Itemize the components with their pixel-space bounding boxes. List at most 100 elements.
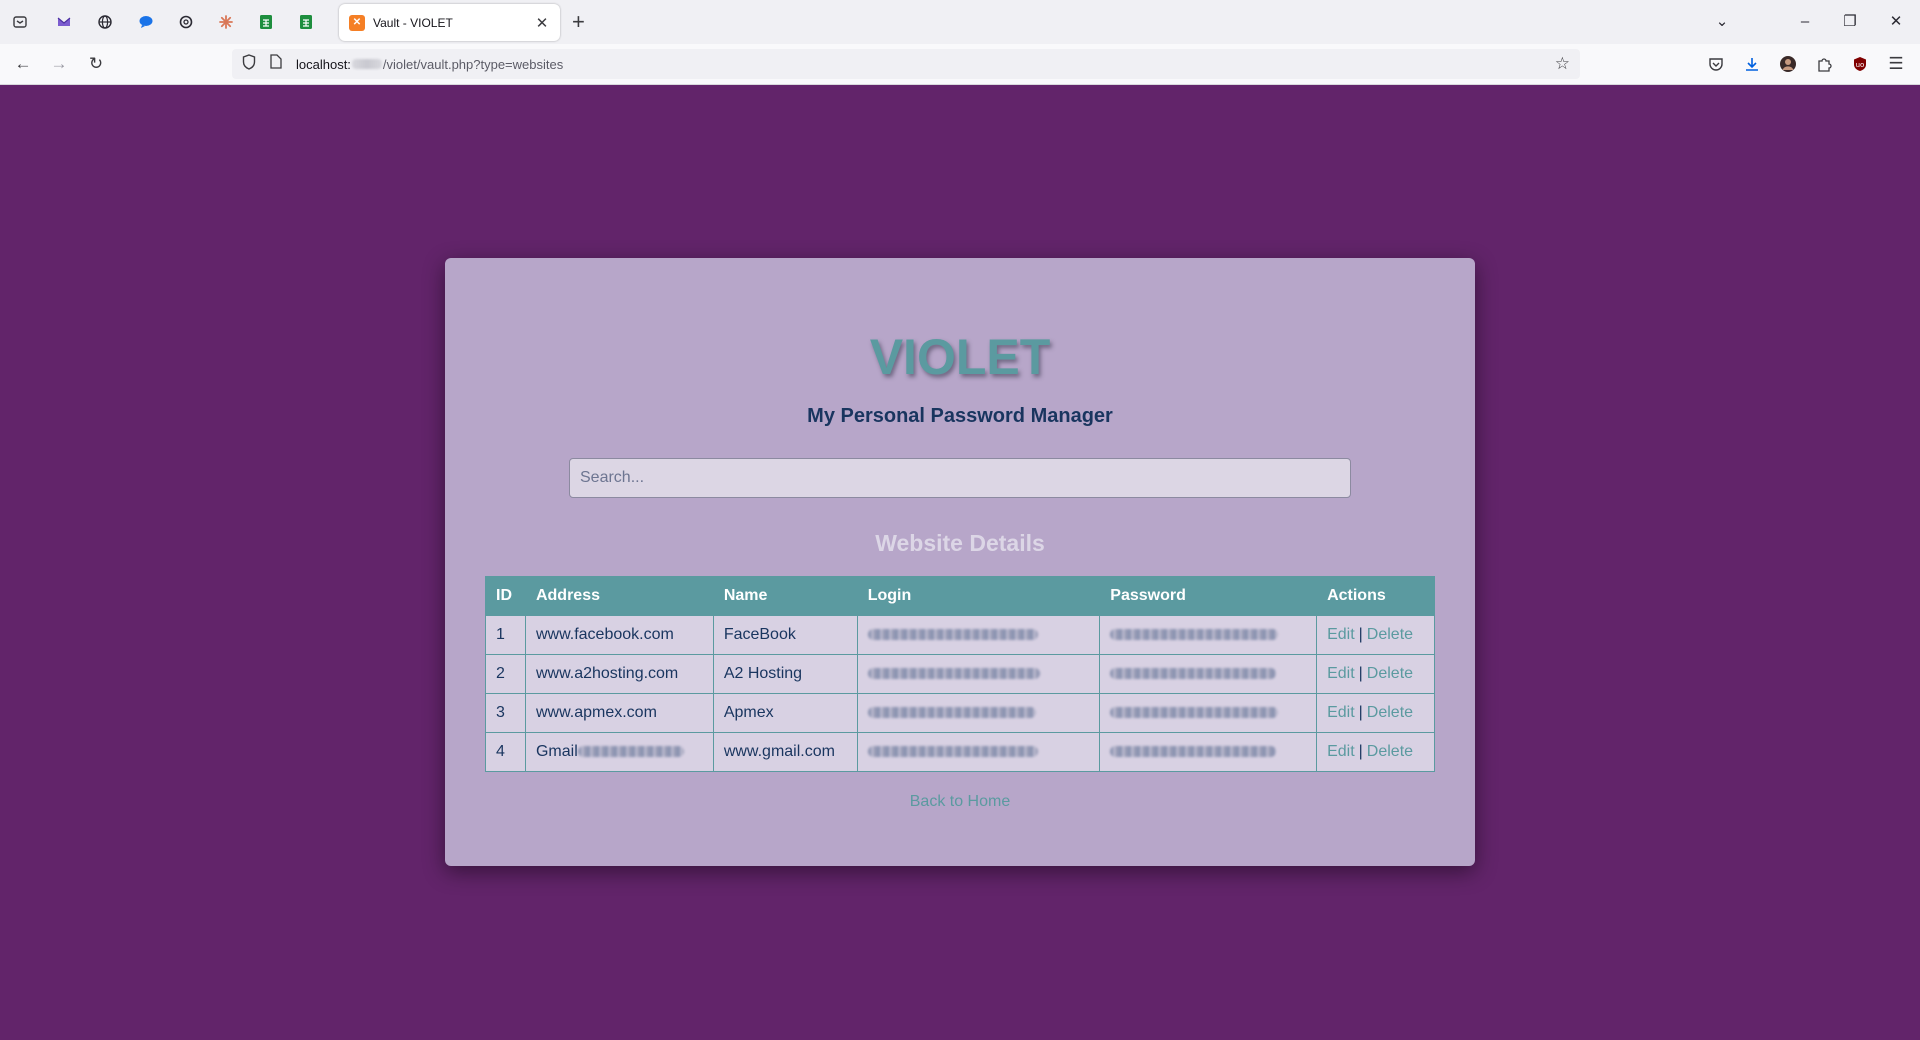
redacted-login	[867, 668, 1040, 680]
cell-id: 4	[485, 732, 526, 772]
redacted-port	[351, 59, 382, 69]
extensions-puzzle-icon[interactable]	[1812, 52, 1836, 76]
edit-link[interactable]: Edit	[1327, 704, 1355, 721]
redacted-login	[867, 629, 1038, 641]
pocket-icon[interactable]	[1704, 52, 1728, 76]
cell-actions: Edit | Delete	[1316, 615, 1435, 655]
page-subtitle: My Personal Password Manager	[807, 405, 1113, 427]
pinned-tab-sheets-icon-2[interactable]	[294, 10, 318, 34]
tab-list-icon[interactable]	[8, 10, 32, 34]
back-to-home-link[interactable]: Back to Home	[445, 793, 1475, 811]
ublock-origin-icon[interactable]: uo	[1848, 52, 1872, 76]
header-actions: Actions	[1316, 576, 1435, 616]
delete-link[interactable]: Delete	[1367, 665, 1413, 682]
bookmark-star-icon[interactable]: ☆	[1555, 54, 1570, 74]
header-id: ID	[485, 576, 526, 616]
delete-link[interactable]: Delete	[1367, 704, 1413, 721]
redacted-password	[1110, 746, 1277, 758]
cell-address: www.apmex.com	[524, 693, 714, 733]
vault-card: VIOLET My Personal Password Manager Webs…	[445, 258, 1475, 866]
restore-icon[interactable]: ❐	[1838, 10, 1862, 34]
table-row: 1 www.facebook.com FaceBook Edit | Delete	[485, 615, 1435, 655]
close-tab-icon[interactable]: ✕	[534, 14, 550, 32]
action-separator: |	[1358, 665, 1363, 682]
tab-bar: ✕ Vault - VIOLET ✕ + ⌄ – ❐ ✕	[0, 0, 1920, 44]
cell-address-text: Gmail	[535, 743, 578, 760]
cell-id: 2	[485, 654, 526, 694]
app-menu-icon[interactable]: ☰	[1884, 52, 1908, 76]
tab-title: Vault - VIOLET	[373, 15, 453, 30]
back-to-home-label[interactable]: Back to Home	[910, 793, 1010, 810]
pinned-tab-globe-icon[interactable]	[93, 10, 117, 34]
cell-actions: Edit | Delete	[1316, 654, 1435, 694]
account-avatar-icon[interactable]	[1776, 52, 1800, 76]
header-address: Address	[524, 576, 714, 616]
tracking-shield-icon[interactable]	[242, 53, 258, 75]
tab-overflow-chevron-icon[interactable]: ⌄	[1710, 10, 1734, 34]
edit-link[interactable]: Edit	[1327, 743, 1355, 760]
header-name: Name	[712, 576, 858, 616]
cell-name: FaceBook	[712, 615, 858, 655]
redacted-password	[1110, 707, 1279, 719]
table-row: 3 www.apmex.com Apmex Edit | Delete	[485, 693, 1435, 733]
xampp-favicon-icon: ✕	[349, 14, 365, 31]
cell-address: www.facebook.com	[524, 615, 714, 655]
table-row: 2 www.a2hosting.com A2 Hosting Edit | Dele…	[485, 654, 1435, 694]
new-tab-icon[interactable]: +	[572, 10, 585, 34]
cell-name: A2 Hosting	[712, 654, 858, 694]
minimize-icon[interactable]: –	[1793, 10, 1817, 34]
cell-name: Apmex	[712, 693, 858, 733]
header-password: Password	[1099, 576, 1318, 616]
page-info-icon[interactable]	[270, 54, 284, 74]
delete-link[interactable]: Delete	[1367, 626, 1413, 643]
cell-password	[1099, 654, 1318, 694]
address-bar[interactable]: localhost: /violet/vault.php?type=website…	[232, 49, 1580, 79]
pinned-tab-claude-icon[interactable]	[214, 10, 238, 34]
pinned-tab-sheets-icon[interactable]	[254, 10, 278, 34]
cell-actions: Edit | Delete	[1316, 732, 1435, 772]
downloads-icon[interactable]	[1740, 52, 1764, 76]
redacted-login	[867, 707, 1036, 719]
redacted-password	[1110, 668, 1277, 680]
back-arrow-icon[interactable]: ←	[11, 52, 35, 76]
website-details-table: ID Address Name Login Password Actions 1…	[485, 576, 1435, 772]
cell-name: www.gmail.com	[712, 732, 858, 772]
pinned-tab-chat-icon[interactable]	[134, 10, 158, 34]
edit-link[interactable]: Edit	[1327, 626, 1355, 643]
section-title: Website Details	[875, 530, 1045, 556]
action-separator: |	[1358, 626, 1363, 643]
close-window-icon[interactable]: ✕	[1884, 10, 1908, 34]
pinned-tab-mail-icon[interactable]	[52, 10, 76, 34]
redacted-login	[867, 746, 1038, 758]
url-path: /violet/vault.php?type=websites	[382, 56, 564, 72]
pinned-tab-openai-icon[interactable]	[174, 10, 198, 34]
cell-login	[856, 615, 1101, 655]
svg-text:uo: uo	[1856, 61, 1865, 69]
delete-link[interactable]: Delete	[1367, 743, 1413, 760]
url-text[interactable]: localhost: /violet/vault.php?type=website…	[296, 57, 563, 72]
cell-password	[1099, 693, 1318, 733]
search-input[interactable]	[569, 458, 1351, 498]
redacted-password	[1110, 629, 1279, 641]
table-row: 4 Gmail www.gmail.com Edit | Delete	[485, 732, 1435, 772]
forward-arrow-icon[interactable]: →	[47, 52, 71, 76]
cell-password	[1099, 732, 1318, 772]
cell-id: 1	[485, 615, 526, 655]
active-tab[interactable]: ✕ Vault - VIOLET ✕	[339, 4, 560, 41]
cell-id: 3	[485, 693, 526, 733]
cell-address: www.a2hosting.com	[524, 654, 714, 694]
cell-login	[856, 732, 1101, 772]
navigation-bar: ← → ↻ localhost: /violet/vault.php?type=w…	[0, 44, 1920, 85]
reload-icon[interactable]: ↻	[84, 52, 108, 76]
table-header-row: ID Address Name Login Password Actions	[485, 576, 1435, 616]
action-separator: |	[1358, 704, 1363, 721]
header-login: Login	[856, 576, 1101, 616]
brand-title: VIOLET	[869, 329, 1051, 385]
cell-actions: Edit | Delete	[1316, 693, 1435, 733]
redacted-address-suffix	[577, 746, 684, 758]
cell-password	[1099, 615, 1318, 655]
cell-login	[856, 654, 1101, 694]
edit-link[interactable]: Edit	[1327, 665, 1355, 682]
cell-address: Gmail	[524, 732, 714, 772]
url-host: localhost:	[296, 56, 351, 72]
